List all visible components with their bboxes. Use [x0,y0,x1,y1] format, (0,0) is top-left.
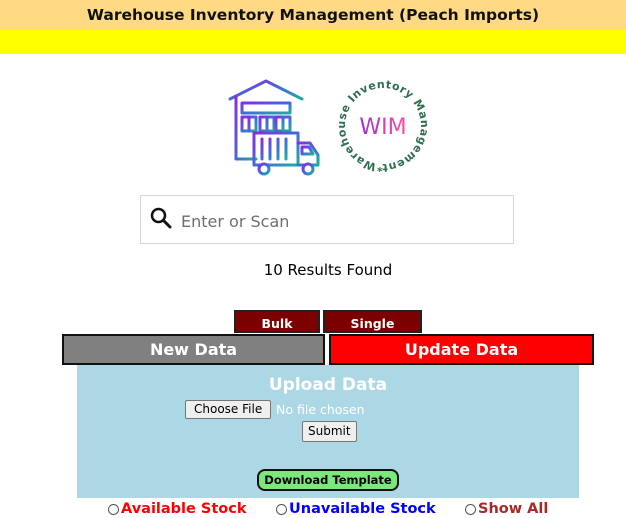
radio-available-stock[interactable] [108,503,119,515]
tab-new-data[interactable]: New Data [62,334,325,365]
search-icon [150,207,172,229]
upload-panel: Upload Data Choose File No file chosen S… [77,365,579,498]
filter-unavailable-label: Unavailable Stock [289,501,436,517]
filter-available-stock[interactable]: Available Stock [108,500,246,518]
upload-panel-title: Upload Data [268,375,388,395]
single-upload-button[interactable]: Single Upload [323,310,422,354]
warehouse-truck-logo-icon [228,79,320,176]
page-title: Warehouse Inventory Management (Peach Im… [0,0,626,30]
radio-show-all[interactable] [465,503,476,515]
choose-file-button[interactable]: Choose File [185,400,272,419]
bulk-upload-button[interactable]: Bulk Upload [234,310,320,354]
file-status-text: No file chosen [276,402,365,417]
wim-logo-text: WIM [359,115,406,140]
wim-logo-icon: *Warehouse Inventory Management* WIM [334,76,431,174]
filter-show-all-label: Show All [478,501,549,517]
filter-unavailable-stock[interactable]: Unavailable Stock [276,500,436,518]
search-input[interactable] [179,204,503,238]
header-accent-bar [0,30,626,54]
filter-show-all[interactable]: Show All [465,500,548,518]
filter-available-label: Available Stock [121,501,247,517]
tab-update-data[interactable]: Update Data [329,334,594,365]
download-template-button[interactable]: Download Template [257,469,399,491]
results-count: 10 Results Found [263,261,393,279]
submit-button[interactable]: Submit [302,421,357,442]
search-box [140,195,514,244]
radio-unavailable-stock[interactable] [276,503,287,515]
